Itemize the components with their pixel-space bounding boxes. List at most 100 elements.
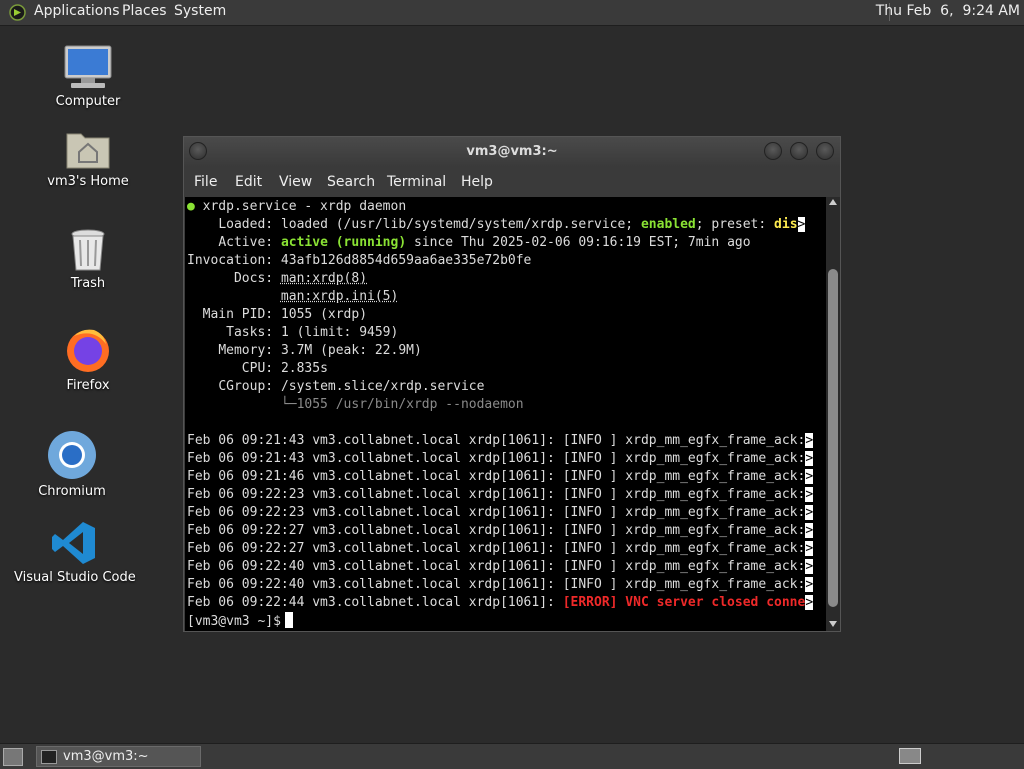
- log-line: Feb 06 09:21:46 vm3.collabnet.local xrdp…: [187, 468, 814, 486]
- log-message: xrdp_mm_egfx_frame_ack:: [617, 433, 806, 448]
- log-message: xrdp_mm_egfx_frame_ack:: [617, 523, 806, 538]
- tasks-label: Tasks:: [226, 325, 274, 340]
- firefox-icon: [67, 329, 109, 372]
- status-cgroup-line: CGroup: /system.slice/xrdp.service: [187, 378, 484, 396]
- log-prefix: Feb 06 09:22:40 vm3.collabnet.local xrdp…: [187, 559, 563, 574]
- menu-edit[interactable]: Edit: [235, 174, 262, 190]
- log-level: [INFO ]: [562, 469, 618, 484]
- log-level: [INFO ]: [562, 505, 618, 520]
- menu-file[interactable]: File: [194, 174, 217, 190]
- memory-label: Memory:: [218, 343, 274, 358]
- desktop-icon-vscode[interactable]: Visual Studio Code: [14, 520, 136, 585]
- truncation-marker: >: [805, 505, 814, 520]
- active-state: active (running): [280, 235, 407, 250]
- desktop-icon-label: Trash: [70, 276, 106, 291]
- prompt-line[interactable]: [vm3@vm3 ~]$: [187, 612, 293, 631]
- log-message: xrdp_mm_egfx_frame_ack:: [617, 487, 806, 502]
- log-message: xrdp_mm_egfx_frame_ack:: [617, 505, 806, 520]
- desktop-icon-home[interactable]: vm3's Home: [44, 128, 132, 189]
- truncation-marker: >: [805, 469, 814, 484]
- status-active-line: Active: active (running) since Thu 2025-…: [187, 234, 751, 252]
- terminal-scrollbar[interactable]: [826, 197, 840, 631]
- log-line: Feb 06 09:22:23 vm3.collabnet.local xrdp…: [187, 486, 814, 504]
- desktop-icon-chromium[interactable]: Chromium: [32, 430, 112, 499]
- cgroup-value: /system.slice/xrdp.service: [280, 379, 485, 394]
- log-prefix: Feb 06 09:21:46 vm3.collabnet.local xrdp…: [187, 469, 563, 484]
- tasks-value: 1 (limit: 9459): [280, 325, 399, 340]
- desktop-icon-label: Firefox: [66, 378, 110, 393]
- log-level: [INFO ]: [562, 559, 618, 574]
- desktop-icon-firefox[interactable]: Firefox: [58, 326, 118, 393]
- top-panel: Applications Places System Thu Feb 6, 9:…: [0, 0, 1024, 26]
- workspace-switcher[interactable]: [899, 748, 921, 764]
- status-tasks-line: Tasks: 1 (limit: 9459): [187, 324, 398, 342]
- bottom-panel: vm3@vm3:~: [0, 743, 1024, 769]
- log-line: Feb 06 09:22:40 vm3.collabnet.local xrdp…: [187, 558, 814, 576]
- desktop-icon-computer[interactable]: Computer: [48, 44, 128, 109]
- desktop-icon-trash[interactable]: Trash: [58, 228, 118, 291]
- log-prefix: Feb 06 09:22:27 vm3.collabnet.local xrdp…: [187, 523, 563, 538]
- unit-header: xrdp.service - xrdp daemon: [202, 199, 407, 214]
- truncation-marker: >: [805, 451, 814, 466]
- log-level: [INFO ]: [562, 523, 618, 538]
- loaded-label: Loaded:: [218, 217, 274, 232]
- status-cgroup-child-line: └─1055 /usr/bin/xrdp --nodaemon: [187, 396, 524, 414]
- menu-terminal[interactable]: Terminal: [387, 174, 446, 190]
- truncation-marker: >: [805, 523, 814, 538]
- status-cpu-line: CPU: 2.835s: [187, 360, 328, 378]
- mainpid-label: Main PID:: [202, 307, 274, 322]
- menu-help[interactable]: Help: [461, 174, 493, 190]
- log-line: Feb 06 09:22:44 vm3.collabnet.local xrdp…: [187, 594, 814, 612]
- log-level: [INFO ]: [562, 451, 618, 466]
- log-prefix: Feb 06 09:22:27 vm3.collabnet.local xrdp…: [187, 541, 563, 556]
- mainpid-value: 1055 (xrdp): [280, 307, 368, 322]
- cpu-label: CPU:: [241, 361, 274, 376]
- log-message: xrdp_mm_egfx_frame_ack:: [617, 559, 806, 574]
- truncation-marker: >: [797, 217, 806, 232]
- applications-menu-icon[interactable]: [9, 4, 26, 21]
- log-line: Feb 06 09:21:43 vm3.collabnet.local xrdp…: [187, 432, 814, 450]
- desktop-icon-label: Chromium: [38, 484, 106, 499]
- docs-link[interactable]: man:xrdp.ini(5): [281, 289, 398, 304]
- scrollbar-thumb[interactable]: [828, 269, 838, 607]
- scroll-down-arrow-icon[interactable]: [829, 621, 837, 627]
- log-line: Feb 06 09:22:23 vm3.collabnet.local xrdp…: [187, 504, 814, 522]
- show-desktop-icon[interactable]: [3, 748, 23, 766]
- status-loaded-line: Loaded: loaded (/usr/lib/systemd/system/…: [187, 216, 806, 234]
- log-line: Feb 06 09:22:27 vm3.collabnet.local xrdp…: [187, 540, 814, 558]
- log-level: [INFO ]: [562, 487, 618, 502]
- log-level: [INFO ]: [562, 541, 618, 556]
- log-message: xrdp_mm_egfx_frame_ack:: [617, 451, 806, 466]
- status-header-line: ● xrdp.service - xrdp daemon: [187, 198, 406, 216]
- cpu-value: 2.835s: [280, 361, 328, 376]
- menu-view[interactable]: View: [279, 174, 312, 190]
- terminal-icon: [41, 750, 57, 764]
- system-menu[interactable]: System: [174, 3, 226, 19]
- docs-link[interactable]: man:xrdp(8): [281, 271, 367, 286]
- shell-prompt: [vm3@vm3 ~]$: [187, 614, 281, 629]
- menu-search[interactable]: Search: [327, 174, 375, 190]
- applications-menu[interactable]: Applications: [34, 3, 120, 19]
- taskbar-item-label: vm3@vm3:~: [63, 749, 149, 764]
- loaded-enabled: enabled: [640, 217, 696, 232]
- scroll-up-arrow-icon[interactable]: [829, 199, 837, 205]
- maximize-button[interactable]: [790, 142, 808, 160]
- close-button[interactable]: [816, 142, 834, 160]
- window-titlebar[interactable]: vm3@vm3:~: [184, 137, 840, 167]
- status-mainpid-line: Main PID: 1055 (xrdp): [187, 306, 367, 324]
- minimize-button[interactable]: [764, 142, 782, 160]
- log-line: Feb 06 09:22:27 vm3.collabnet.local xrdp…: [187, 522, 814, 540]
- taskbar-item-terminal[interactable]: vm3@vm3:~: [36, 746, 201, 767]
- invocation-value: 43afb126d8854d659aa6ae335e72b0fe: [280, 253, 532, 268]
- text-cursor: [284, 612, 293, 628]
- terminal-output[interactable]: ● xrdp.service - xrdp daemon Loaded: loa…: [185, 197, 826, 631]
- log-line: Feb 06 09:22:40 vm3.collabnet.local xrdp…: [187, 576, 814, 594]
- docs-label: Docs:: [233, 271, 274, 286]
- places-menu[interactable]: Places: [122, 3, 167, 19]
- home-folder-icon: [66, 133, 110, 169]
- active-since: since Thu 2025-02-06 09:16:19 EST; 7min …: [406, 235, 751, 250]
- clock[interactable]: Thu Feb 6, 9:24 AM: [876, 3, 1020, 19]
- cgroup-label: CGroup:: [218, 379, 274, 394]
- desktop-icon-label: Visual Studio Code: [14, 570, 136, 585]
- terminal-window[interactable]: vm3@vm3:~ File Edit View Search Terminal…: [183, 136, 841, 632]
